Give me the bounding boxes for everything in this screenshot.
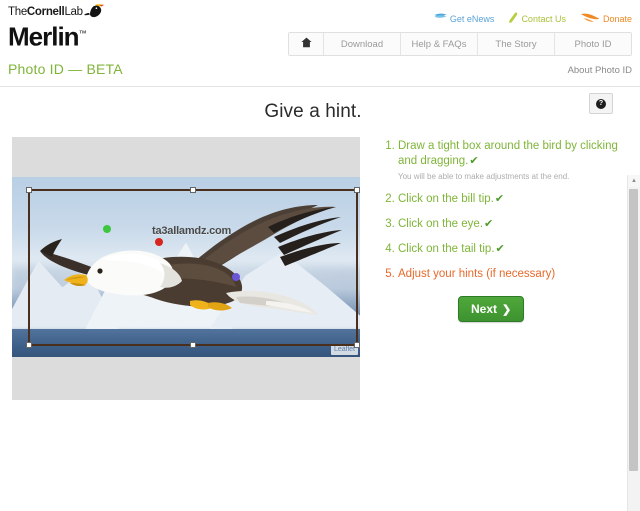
nav-item-download[interactable]: Download <box>324 33 401 55</box>
step-text-4: Click on the tail tip. <box>398 243 495 255</box>
next-button-label: Next <box>471 302 498 316</box>
nav-item-photo-id[interactable]: Photo ID <box>555 33 631 55</box>
bird-bounding-box[interactable] <box>26 187 360 348</box>
page-scrollbar[interactable]: ▲ <box>627 175 640 511</box>
resize-handle-bottom-middle[interactable] <box>190 342 196 348</box>
cornell-lab-wordmark: TheCornellLab <box>8 4 188 19</box>
step-check-4: ✔ <box>495 243 505 255</box>
envelope-icon <box>434 13 447 24</box>
eye-marker[interactable] <box>155 238 163 246</box>
home-icon <box>300 35 312 53</box>
step-text-1: Draw a tight box around the bird by clic… <box>398 140 618 167</box>
main-content: ? Give a hint. ta3allamdz.com Leaflet 1.… <box>0 87 640 511</box>
steps-list: Draw a tight box around the bird by clic… <box>380 139 618 282</box>
contact-us-label: Contact Us <box>521 13 566 24</box>
page-id-title: Photo ID — BETA <box>8 61 123 77</box>
pencil-icon <box>508 12 518 25</box>
brand-the: The <box>8 6 27 18</box>
brand-lab: Lab <box>64 6 83 18</box>
resize-handle-top-middle[interactable] <box>190 187 196 193</box>
site-header: TheCornellLab Merlin™ Get eNews Contact … <box>0 0 640 58</box>
help-button[interactable]: ? <box>589 93 613 114</box>
nav-label-photo-id: Photo ID <box>574 38 612 50</box>
nav-item-the-story[interactable]: The Story <box>478 33 555 55</box>
about-photo-id-link[interactable]: About Photo ID <box>568 65 632 76</box>
brand-logo[interactable]: TheCornellLab Merlin™ <box>8 4 188 51</box>
donate-link[interactable]: Donate <box>580 12 632 25</box>
step-text-3: Click on the eye. <box>398 218 484 230</box>
donate-label: Donate <box>602 13 632 24</box>
chevron-right-icon: ❯ <box>502 303 512 316</box>
nav-item-help-faqs[interactable]: Help & FAQs <box>401 33 478 55</box>
step-text-5: Adjust your hints (if necessary) <box>398 268 556 280</box>
merlin-wordmark: Merlin™ <box>8 20 188 51</box>
get-enews-link[interactable]: Get eNews <box>434 13 495 24</box>
photo-panel[interactable]: ta3allamdz.com Leaflet <box>12 137 360 400</box>
sub-header: Photo ID — BETA About Photo ID <box>0 58 640 87</box>
content-columns: ta3allamdz.com Leaflet Draw a tight bo <box>0 137 640 400</box>
scroll-up-arrow[interactable]: ▲ <box>628 175 640 187</box>
step-item-5: Adjust your hints (if necessary) <box>398 267 618 282</box>
step-check-3: ✔ <box>484 218 494 230</box>
step-item-3: Click on the eye.✔ <box>398 217 618 232</box>
instructions-panel: Draw a tight box around the bird by clic… <box>360 137 618 400</box>
step-check-1: ✔ <box>469 155 479 167</box>
nav-label-the-story: The Story <box>495 38 537 50</box>
resize-handle-top-left[interactable] <box>26 187 32 193</box>
step-subtext-1: You will be able to make adjustments at … <box>398 172 570 181</box>
get-enews-label: Get eNews <box>449 13 495 24</box>
step-text-2: Click on the bill tip. <box>398 193 494 205</box>
step-item-2: Click on the bill tip.✔ <box>398 192 618 207</box>
question-mark-icon: ? <box>596 98 606 109</box>
brand-cornell: Cornell <box>26 6 65 18</box>
page-title: Give a hint. <box>264 101 362 122</box>
scroll-thumb[interactable] <box>629 189 638 471</box>
main-navigation: Download Help & FAQs The Story Photo ID <box>288 32 632 56</box>
step-check-2: ✔ <box>494 193 505 205</box>
nav-home-button[interactable] <box>289 33 324 55</box>
contact-us-link[interactable]: Contact Us <box>508 12 566 25</box>
resize-handle-bottom-right[interactable] <box>354 342 360 348</box>
bill-tip-marker[interactable] <box>103 225 111 233</box>
next-button-container: Next ❯ <box>380 296 618 322</box>
tail-tip-marker[interactable] <box>232 273 240 281</box>
step-item-1: Draw a tight box around the bird by clic… <box>398 139 618 182</box>
nav-label-help-faqs: Help & FAQs <box>411 38 467 50</box>
resize-handle-top-right[interactable] <box>354 187 360 193</box>
resize-handle-bottom-left[interactable] <box>26 342 32 348</box>
bird-icon <box>83 4 104 18</box>
merlin-text: Merlin <box>8 21 80 52</box>
trademark-symbol: ™ <box>78 29 87 38</box>
bird-donate-icon <box>580 12 600 25</box>
next-button[interactable]: Next ❯ <box>458 296 525 322</box>
utility-links: Get eNews Contact Us Donate <box>434 12 632 25</box>
nav-label-download: Download <box>340 38 384 50</box>
step-item-4: Click on the tail tip.✔ <box>398 242 618 257</box>
